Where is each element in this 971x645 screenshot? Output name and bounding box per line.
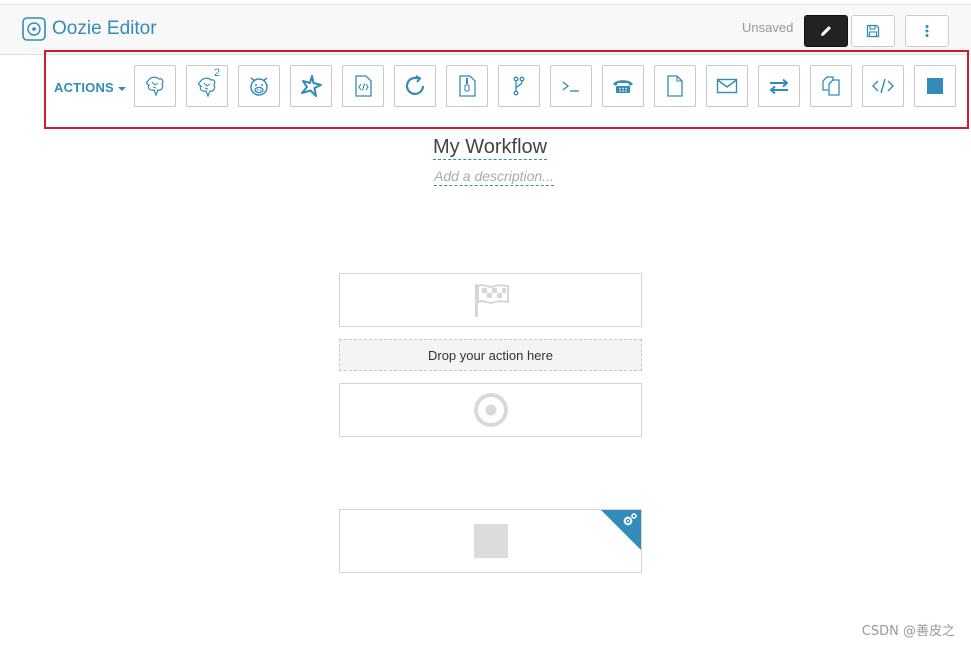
code-icon	[872, 78, 894, 94]
save-status-text: Unsaved	[742, 20, 794, 35]
end-node	[339, 383, 642, 437]
email-icon	[716, 78, 738, 94]
git-fork-icon	[513, 76, 525, 96]
stop-square-icon	[473, 524, 508, 558]
action-drop-zone[interactable]: Drop your action here	[339, 339, 642, 371]
action-shell-button[interactable]	[550, 65, 592, 107]
gears-icon[interactable]	[622, 512, 638, 528]
action-pig-button[interactable]	[238, 65, 280, 107]
save-icon	[866, 24, 880, 38]
start-node	[339, 273, 642, 327]
distcp-arrows-icon	[769, 78, 789, 95]
watermark-text: CSDN @善皮之	[861, 624, 955, 639]
edit-button[interactable]	[804, 15, 848, 47]
oozie-logo-icon	[22, 17, 46, 41]
kill-node	[339, 509, 642, 573]
pig-icon	[250, 77, 268, 96]
action-fs-button[interactable]	[654, 65, 696, 107]
more-vertical-icon	[925, 25, 929, 37]
actions-dropdown[interactable]: ACTIONS	[54, 80, 126, 95]
action-jar-button[interactable]	[446, 65, 488, 107]
action-subworkflow-button[interactable]	[394, 65, 436, 107]
action-fork-button[interactable]	[498, 65, 540, 107]
app-title-text: Oozie Editor	[52, 18, 157, 39]
sub-workflow-icon	[405, 75, 425, 95]
action-spark-button[interactable]	[290, 65, 332, 107]
action-email-button[interactable]	[706, 65, 748, 107]
action-copy-button[interactable]	[810, 65, 852, 107]
copy-files-icon	[822, 76, 840, 96]
top-header: Oozie Editor Unsaved	[0, 4, 971, 55]
action-java-button[interactable]	[342, 65, 384, 107]
hive2-superscript: 2	[213, 67, 220, 79]
action-generic-button[interactable]	[862, 65, 904, 107]
save-button[interactable]	[851, 15, 895, 47]
caret-down-icon	[117, 86, 126, 91]
java-file-icon	[355, 75, 372, 97]
action-distcp-button[interactable]	[758, 65, 800, 107]
shell-terminal-icon	[562, 81, 579, 92]
target-icon	[473, 393, 508, 427]
action-kill-button[interactable]	[914, 65, 956, 107]
hive-icon	[146, 76, 164, 97]
flag-checkered-icon	[474, 284, 509, 317]
action-hive-button[interactable]	[134, 65, 176, 107]
file-icon	[667, 75, 683, 97]
more-options-button[interactable]	[905, 15, 949, 47]
spark-icon	[301, 75, 322, 97]
jar-file-icon	[459, 75, 476, 97]
stop-square-icon	[927, 78, 943, 94]
ssh-phone-icon	[613, 80, 633, 93]
action-hive2-button[interactable]: 2	[186, 65, 228, 107]
actions-label: ACTIONS	[54, 80, 114, 95]
app-title[interactable]: Oozie Editor	[22, 16, 157, 42]
workflow-description[interactable]: Add a description...	[434, 168, 554, 186]
pencil-icon	[821, 26, 831, 36]
action-ssh-button[interactable]	[602, 65, 644, 107]
workflow-name[interactable]: My Workflow	[433, 136, 548, 160]
